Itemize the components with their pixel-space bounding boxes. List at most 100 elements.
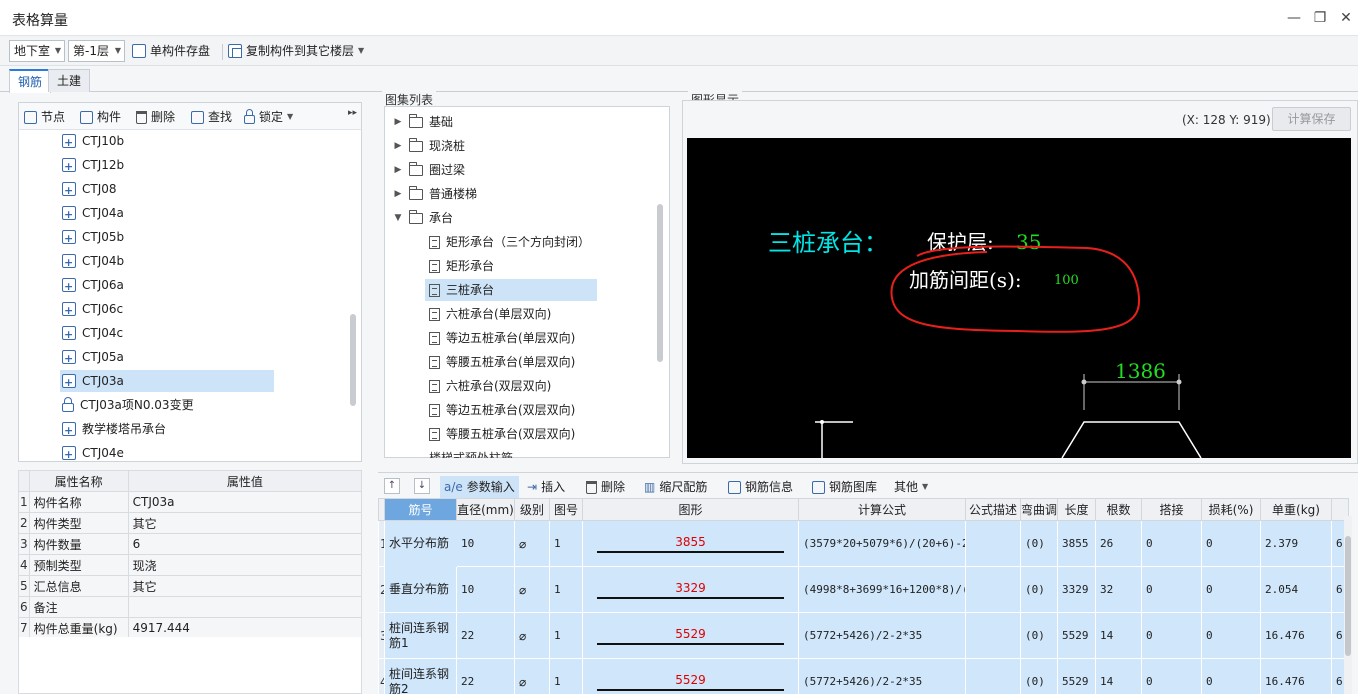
grade-header[interactable]: 级别 xyxy=(514,498,550,521)
calc-save-button[interactable]: 计算保存 xyxy=(1272,107,1351,131)
figure-no[interactable]: 1 xyxy=(549,520,583,567)
shape[interactable]: 5529 xyxy=(582,612,799,659)
component-tree-item[interactable]: CTJ05b xyxy=(60,226,124,250)
floor-select[interactable]: 第-1层 ▼ xyxy=(68,40,125,62)
figure-no[interactable]: 1 xyxy=(549,566,583,613)
lap[interactable]: 0 xyxy=(1141,612,1202,659)
bend-adjust-header[interactable]: 弯曲调整 xyxy=(1020,498,1058,521)
formula[interactable]: (3579*20+5079*6)/(20+6)-2*35 xyxy=(798,520,966,567)
component-tree-item[interactable]: CTJ03a项N0.03变更 xyxy=(60,394,194,416)
catalog-item[interactable]: 等边五桩承台(双层双向) xyxy=(425,399,575,421)
diameter[interactable]: 22 xyxy=(456,658,515,694)
table-scrollbar-thumb[interactable] xyxy=(1345,536,1351,656)
length[interactable]: 5529 xyxy=(1057,658,1096,694)
move-down-icon[interactable]: ↓ xyxy=(414,478,430,494)
count[interactable]: 26 xyxy=(1095,520,1142,567)
diameter-header[interactable]: 直径(mm) xyxy=(456,498,515,521)
node-button[interactable]: 节点 xyxy=(24,108,65,126)
diameter[interactable]: 10 xyxy=(456,520,515,567)
table-row[interactable]: 4桩间连系钢筋222⌀15529(5772+5426)/2-2*35(0)552… xyxy=(378,658,1349,694)
component-tree-item[interactable]: CTJ06c xyxy=(60,298,123,322)
property-row[interactable]: 4 预制类型 现浇 xyxy=(18,554,363,576)
unit-weight[interactable]: 2.054 xyxy=(1260,566,1332,613)
lap-header[interactable]: 搭接 xyxy=(1141,498,1202,521)
length-header[interactable]: 长度 xyxy=(1057,498,1096,521)
grade[interactable]: ⌀ xyxy=(514,520,550,567)
property-row[interactable]: 7 构件总重量(kg) 4917.444 xyxy=(18,617,363,639)
lap[interactable]: 0 xyxy=(1141,658,1202,694)
bend-adjust[interactable]: (0) xyxy=(1020,566,1058,613)
copy-to-floor-button[interactable]: 复制构件到其它楼层 ▼ xyxy=(228,42,364,60)
property-row[interactable]: 2 构件类型 其它 xyxy=(18,512,363,534)
figure-no[interactable]: 1 xyxy=(549,612,583,659)
table-scrollbar[interactable] xyxy=(1344,516,1352,694)
move-up-icon[interactable]: ↑ xyxy=(384,478,400,494)
delete-component-button[interactable]: 删除 xyxy=(136,108,175,126)
shape[interactable]: 5529 xyxy=(582,658,799,694)
lap[interactable]: 0 xyxy=(1141,520,1202,567)
formula-header[interactable]: 计算公式 xyxy=(798,498,966,521)
cover-value[interactable]: 35 xyxy=(1016,230,1041,254)
component-tree-item[interactable]: CTJ03a xyxy=(60,370,274,394)
tab-civil[interactable]: 土建 xyxy=(48,69,91,92)
component-tree-item[interactable]: CTJ04b xyxy=(60,250,124,274)
catalog-item[interactable]: 六桩承台(双层双向) xyxy=(425,375,551,397)
formula[interactable]: (5772+5426)/2-2*35 xyxy=(798,658,966,694)
floor-type-select[interactable]: 地下室 ▼ xyxy=(9,40,65,62)
length[interactable]: 3855 xyxy=(1057,520,1096,567)
property-row[interactable]: 6 备注 xyxy=(18,596,363,618)
shape-header[interactable]: 图形 xyxy=(582,498,799,521)
delete-row-button[interactable]: 删除 xyxy=(586,478,625,496)
component-tree-item[interactable]: CTJ10b xyxy=(60,130,124,154)
table-row[interactable]: 2垂直分布筋10⌀13329(4998*8+3699*16+1200*8)/(8… xyxy=(378,566,1349,613)
chevron-down-icon[interactable]: ▼ xyxy=(393,207,403,229)
chevron-right-icon[interactable]: ▶ xyxy=(393,135,403,157)
component-tree-item[interactable]: CTJ06a xyxy=(60,274,124,298)
table-row[interactable]: 3桩间连系钢筋122⌀15529(5772+5426)/2-2*35(0)552… xyxy=(378,612,1349,659)
catalog-item[interactable]: 等边五桩承台(单层双向) xyxy=(425,327,575,349)
component-tree-item[interactable]: CTJ12b xyxy=(60,154,124,178)
unit-weight-header[interactable]: 单重(kg) xyxy=(1260,498,1332,521)
component-tree-item[interactable]: CTJ05a xyxy=(60,346,124,370)
property-value[interactable] xyxy=(127,596,363,618)
lap[interactable]: 0 xyxy=(1141,566,1202,613)
formula[interactable]: (5772+5426)/2-2*35 xyxy=(798,612,966,659)
unit-weight[interactable]: 2.379 xyxy=(1260,520,1332,567)
component-tree-item[interactable]: CTJ04a xyxy=(60,202,124,226)
catalog-folder[interactable]: ▶ 基础 xyxy=(393,111,453,133)
property-value[interactable]: 4917.444 xyxy=(127,617,363,639)
rebar-library-button[interactable]: 钢筋图库 xyxy=(812,478,877,496)
loss[interactable]: 0 xyxy=(1201,658,1261,694)
unit-weight[interactable]: 16.476 xyxy=(1260,612,1332,659)
insert-button[interactable]: ⇥ 插入 xyxy=(527,478,565,496)
grade[interactable]: ⌀ xyxy=(514,658,550,694)
catalog-folder[interactable]: ▼ 承台 xyxy=(393,207,453,229)
component-tree-item[interactable]: CTJ04c xyxy=(60,322,123,346)
chevron-right-icon[interactable]: ▶ xyxy=(393,111,403,133)
bend-adjust[interactable]: (0) xyxy=(1020,658,1058,694)
length[interactable]: 3329 xyxy=(1057,566,1096,613)
chevron-right-icon[interactable]: ▶ xyxy=(393,159,403,181)
count[interactable]: 14 xyxy=(1095,658,1142,694)
chevron-right-icon[interactable]: ▶ xyxy=(393,183,403,205)
formula-desc[interactable] xyxy=(965,658,1021,694)
loss[interactable]: 0 xyxy=(1201,612,1261,659)
bar-name[interactable]: 桩间连系钢筋1 xyxy=(384,612,457,659)
component-tree-item[interactable]: 教学楼塔吊承台 xyxy=(60,418,166,442)
bar-name[interactable]: 桩间连系钢筋2 xyxy=(384,658,457,694)
formula-desc[interactable] xyxy=(965,566,1021,613)
bar-name[interactable]: 垂直分布筋 xyxy=(384,566,457,613)
tab-rebar[interactable]: 钢筋 xyxy=(9,69,52,93)
loss[interactable]: 0 xyxy=(1201,520,1261,567)
graphic-canvas[interactable]: 三桩承台： 保护层: 35 加筋间距(s): 100 1386 xyxy=(687,138,1351,458)
count[interactable]: 14 xyxy=(1095,612,1142,659)
catalog-item[interactable]: 等腰五桩承台(双层双向) xyxy=(425,423,575,445)
figure-no-header[interactable]: 图号 xyxy=(549,498,583,521)
bar-no-header[interactable]: 筋号 xyxy=(384,498,457,521)
catalog-scrollbar[interactable] xyxy=(657,204,663,362)
catalog-folder-partial[interactable]: 楼梯式预处柱筋 xyxy=(393,451,669,458)
component-button[interactable]: 构件 xyxy=(80,108,121,126)
close-icon[interactable]: ✕ xyxy=(1336,8,1356,28)
catalog-folder[interactable]: ▶ 圈过梁 xyxy=(393,159,465,181)
catalog-folder[interactable]: ▶ 普通楼梯 xyxy=(393,183,477,205)
